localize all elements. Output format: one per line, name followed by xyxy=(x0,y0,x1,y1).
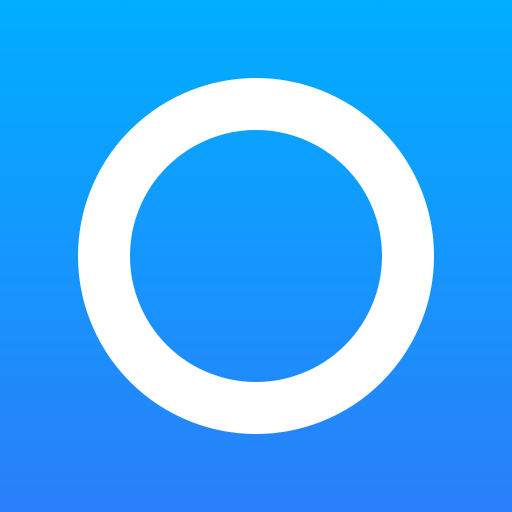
ring-icon xyxy=(78,78,434,434)
ring-shape xyxy=(78,78,434,434)
app-icon-background xyxy=(0,0,512,512)
